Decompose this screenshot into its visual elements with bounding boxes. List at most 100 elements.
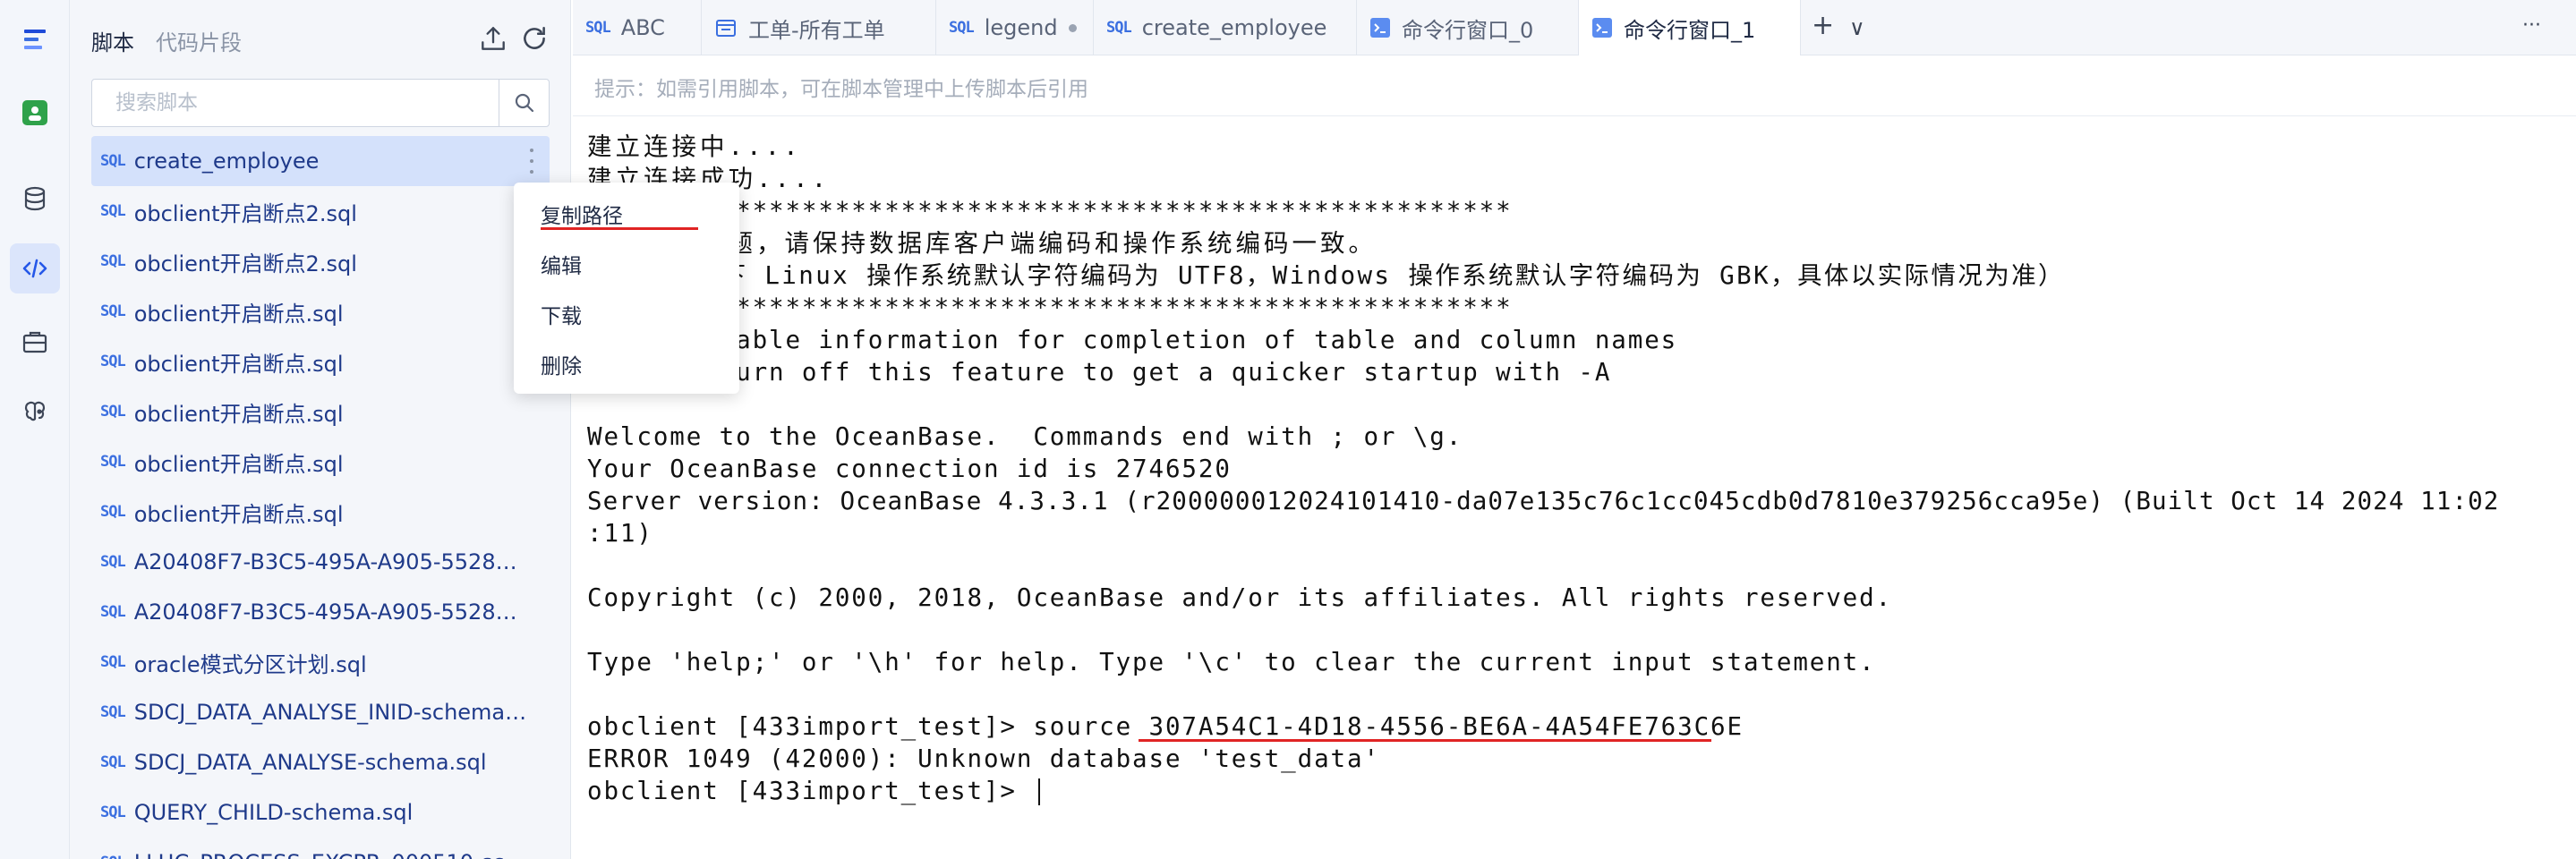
- file-name: A20408F7-B3C5-495A-A905-552852...: [133, 600, 528, 625]
- sql-icon: SQL: [100, 503, 126, 521]
- tab-snippets[interactable]: 代码片段: [156, 25, 242, 56]
- terminal-line: 建立连接成功....: [587, 165, 831, 193]
- rail-tickets[interactable]: [10, 317, 60, 367]
- menu-item-edit[interactable]: 编辑: [541, 249, 582, 279]
- tab-cmd-1[interactable]: 命令行窗口_1: [1579, 0, 1801, 55]
- briefcase-icon: [22, 331, 47, 353]
- context-menu: 复制路径 编辑 下载 删除: [514, 183, 739, 394]
- prompt-text: obclient [433import_test]>: [587, 777, 1034, 805]
- list-item[interactable]: SQL A20408F7-B3C5-495A-A905-552852...: [91, 537, 550, 587]
- tab-scripts[interactable]: 脚本: [91, 25, 134, 56]
- file-name: oracle模式分区计划.sql: [133, 651, 367, 677]
- script-list: SQL create_employee SQL obclient开启断点2.sql…: [91, 136, 550, 859]
- list-item[interactable]: SQL obclient开启断点2.sql: [91, 186, 550, 236]
- file-name: SDCJ_DATA_ANALYSE_INID-schema.sql: [133, 700, 528, 725]
- terminal-line: You can turn off this feature to get a q…: [587, 358, 1612, 387]
- sql-icon: SQL: [100, 403, 126, 421]
- list-item[interactable]: SQL obclient开启断点.sql: [91, 437, 550, 487]
- list-item[interactable]: SQL A20408F7-B3C5-495A-A905-552852...: [91, 587, 550, 637]
- terminal-line: 建立连接中....: [587, 132, 802, 161]
- search-button[interactable]: [499, 80, 549, 126]
- brain-icon: [24, 401, 46, 421]
- sql-icon: SQL: [100, 353, 126, 370]
- tab-abc[interactable]: SQL ABC: [573, 0, 702, 55]
- list-item[interactable]: SQL QUERY_CHILD-schema.sql: [91, 787, 550, 838]
- add-tab-button[interactable]: +: [1812, 13, 1834, 39]
- file-name: obclient开启断点2.sql: [133, 200, 357, 226]
- file-name: LLHC_PROCESS_EXCPR_000510-sch...: [134, 850, 528, 859]
- list-item[interactable]: SQL obclient开启断点.sql: [91, 336, 550, 387]
- terminal-prompt-line[interactable]: obclient [433import_test]>: [587, 775, 2576, 807]
- logo-icon: [24, 30, 46, 49]
- list-item[interactable]: SQL obclient开启断点.sql: [91, 387, 550, 437]
- database-icon: [24, 186, 46, 211]
- terminal-command-line: obclient [433import_test]> source 307A54…: [587, 712, 1744, 741]
- tab-list-dropdown[interactable]: ∨: [1849, 14, 1865, 41]
- text-cursor: [1038, 778, 1041, 805]
- tab-cmd-0[interactable]: 命令行窗口_0: [1357, 0, 1579, 55]
- search-icon: [515, 93, 533, 113]
- terminal-icon: [1369, 17, 1391, 38]
- editor-tabbar: SQL ABC 工单-所有工单 SQL legend SQL create_em…: [573, 0, 2576, 55]
- list-item[interactable]: SQL SDCJ_DATA_ANALYSE_INID-schema.sql: [91, 687, 550, 737]
- script-panel: 脚本 代码片段 SQL create_employee SQL obclient开…: [70, 0, 571, 859]
- list-item[interactable]: SQL oracle模式分区计划.sql: [91, 637, 550, 687]
- sql-icon: SQL: [949, 19, 975, 37]
- hint-text: 提示：如需引用脚本，可在脚本管理中上传脚本后引用: [594, 78, 1088, 101]
- sql-icon: SQL: [100, 603, 126, 621]
- list-item[interactable]: SQL obclient开启断点.sql: [91, 487, 550, 537]
- file-name: obclient开启断点.sql: [133, 401, 344, 427]
- sql-icon: SQL: [100, 553, 126, 571]
- list-item[interactable]: SQL LLHC_PROCESS_EXCPR_000510-sch...: [91, 838, 550, 859]
- annotation-underline: [1139, 739, 1711, 742]
- unsaved-dot-icon: [1069, 24, 1077, 32]
- tab-legend[interactable]: SQL legend: [936, 0, 1094, 55]
- file-name: create_employee: [133, 149, 320, 174]
- tab-label: create_employee: [1141, 15, 1327, 40]
- ticket-icon: [714, 16, 738, 39]
- list-item[interactable]: SQL obclient开启断点2.sql: [91, 236, 550, 286]
- list-item[interactable]: SQL create_employee: [91, 136, 550, 186]
- file-name: obclient开启断点2.sql: [133, 251, 357, 276]
- upload-icon[interactable]: [478, 23, 508, 54]
- hint-bar: 提示：如需引用脚本，可在脚本管理中上传脚本后引用: [573, 55, 2576, 116]
- terminal-line: Welcome to the OceanBase. Commands end w…: [587, 422, 1463, 451]
- terminal-line: （一般情况下 Linux 操作系统默认字符编码为 UTF8，Windows 操作…: [587, 261, 2065, 290]
- tab-label: ABC: [620, 15, 665, 40]
- sql-icon: SQL: [100, 302, 126, 320]
- menu-item-copy-path[interactable]: 复制路径: [541, 199, 623, 229]
- tab-label: 命令行窗口_1: [1624, 17, 1756, 43]
- file-name: obclient开启断点.sql: [133, 501, 344, 527]
- sql-icon: SQL: [100, 453, 126, 471]
- more-menu-button[interactable]: ···: [2522, 13, 2541, 39]
- rail-ai[interactable]: [10, 387, 60, 437]
- terminal-line: ****************************************…: [587, 197, 1513, 225]
- sql-icon: SQL: [100, 753, 126, 771]
- list-item[interactable]: SQL SDCJ_DATA_ANALYSE-schema.sql: [91, 737, 550, 787]
- sql-icon: SQL: [100, 804, 126, 821]
- rail-database[interactable]: [10, 174, 60, 224]
- terminal-icon: [1591, 17, 1613, 38]
- tab-label: 工单-所有工单: [748, 17, 885, 43]
- tab-tickets[interactable]: 工单-所有工单: [702, 0, 936, 55]
- rail-scripts[interactable]: [10, 243, 60, 293]
- terminal-line: 如遇乱码问题，请保持数据库客户端编码和操作系统编码一致。: [587, 229, 1377, 258]
- refresh-icon[interactable]: [519, 23, 550, 54]
- list-item[interactable]: SQL obclient开启断点.sql: [91, 286, 550, 336]
- tab-create-employee[interactable]: SQL create_employee: [1094, 0, 1357, 55]
- terminal-line: Your OceanBase connection id is 2746520: [587, 455, 1232, 483]
- sql-icon: SQL: [100, 202, 126, 220]
- menu-item-delete[interactable]: 删除: [541, 349, 582, 379]
- menu-item-download[interactable]: 下载: [541, 299, 582, 329]
- rail-workspace[interactable]: [10, 88, 60, 138]
- search-input[interactable]: [92, 80, 499, 126]
- terminal-output[interactable]: 建立连接中.... 建立连接成功.... *******************…: [573, 116, 2576, 859]
- more-icon[interactable]: [528, 149, 535, 174]
- sql-icon: SQL: [1106, 19, 1132, 37]
- sql-icon: SQL: [100, 252, 126, 270]
- app-logo: [10, 14, 60, 64]
